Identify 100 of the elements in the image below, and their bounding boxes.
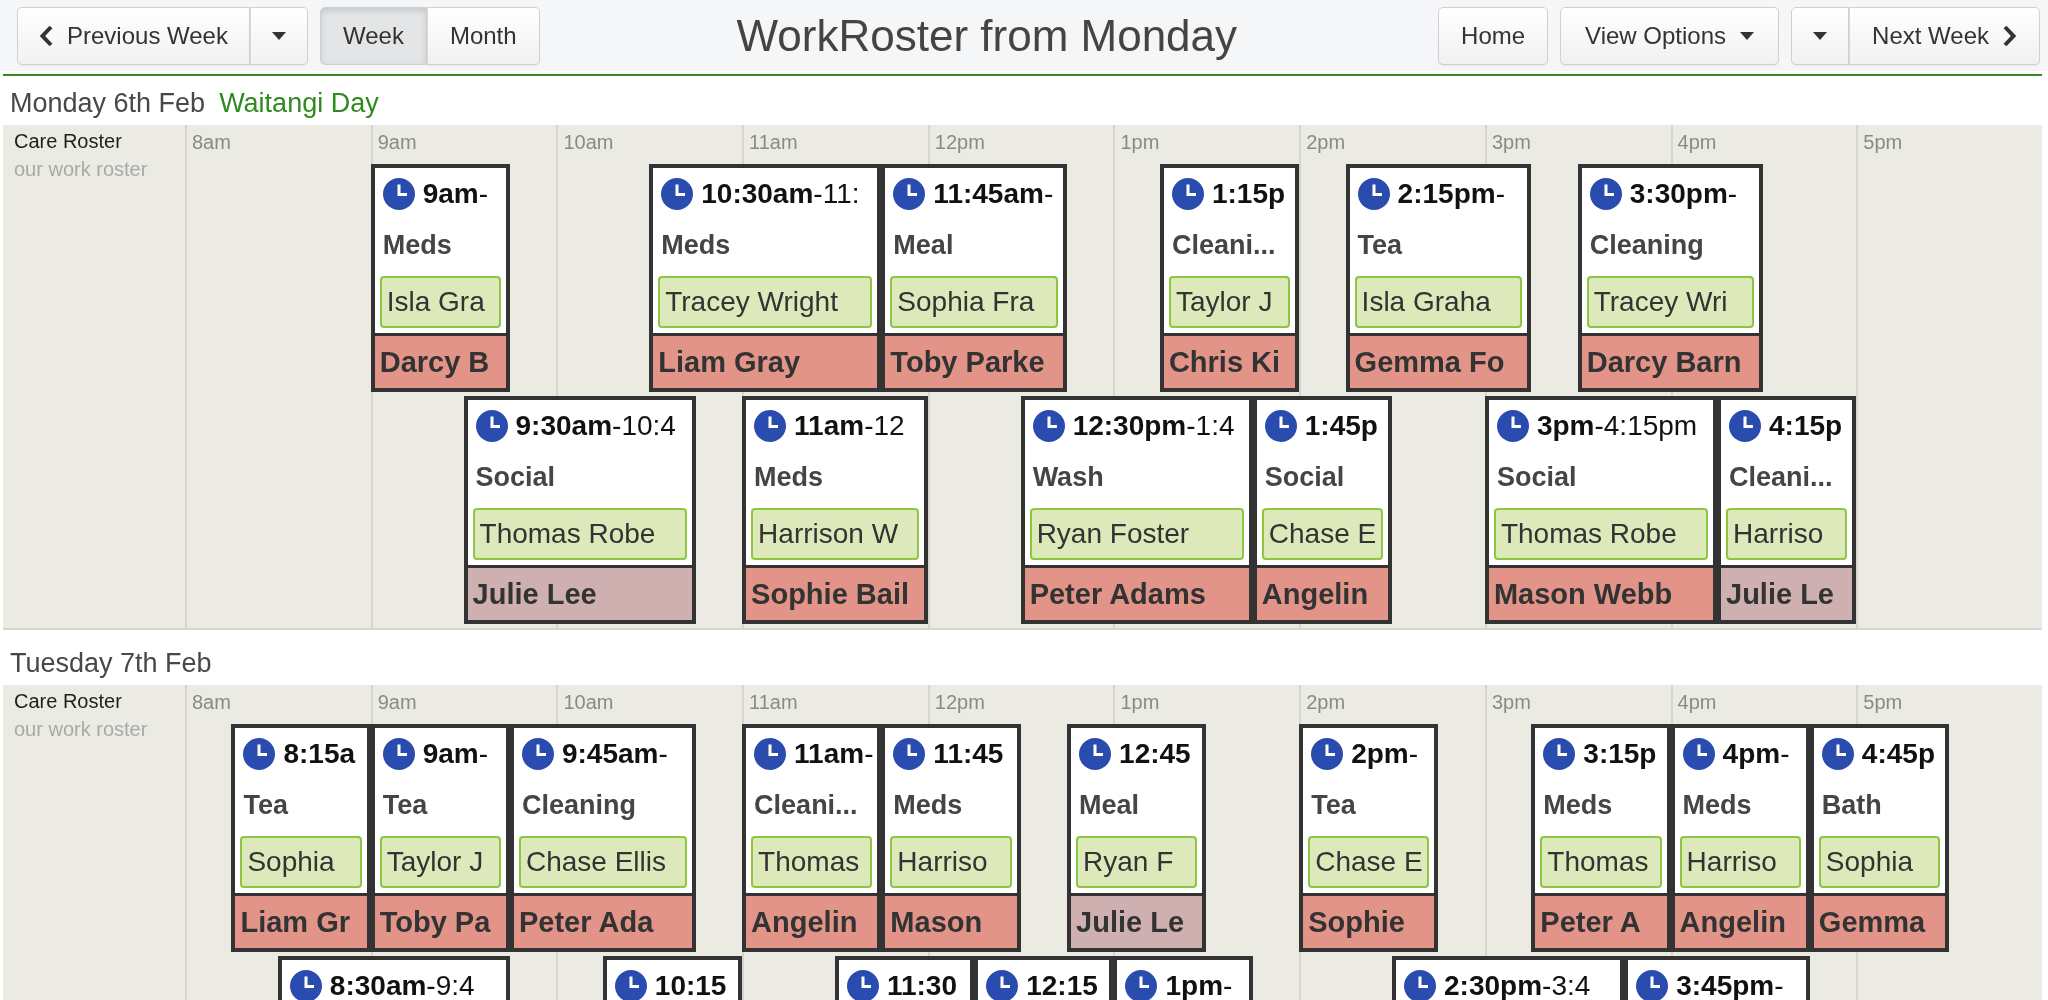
staff-tag: Tracey Wright — [658, 276, 873, 328]
hour-label: 2pm — [1306, 690, 1346, 715]
resident-bar: Sophie — [1303, 893, 1435, 948]
shift-time: 9am- — [422, 180, 489, 208]
shift-card[interactable]: 3:45pm- — [1624, 956, 1810, 1000]
resident-bar: Toby Parke — [885, 333, 1064, 388]
resident-bar: Gemma — [1813, 893, 1946, 948]
shift-card[interactable]: 1:15p Cleani... Taylor J Chris Ki — [1159, 164, 1300, 392]
shift-card[interactable]: 12:45 Meal Ryan F Julie Le — [1067, 724, 1207, 952]
staff-tag: Harrison W — [751, 508, 919, 560]
task-label: Cleani... — [754, 789, 858, 821]
hour-label: 11am — [749, 690, 798, 715]
view-tab[interactable]: Month — [426, 6, 540, 65]
shift-card[interactable]: 2:15pm- Tea Isla Graha Gemma Fo — [1345, 164, 1532, 392]
clock-icon — [1404, 970, 1437, 1000]
shift-card[interactable]: 8:30am-9:4 — [277, 956, 510, 1000]
shift-time: 3pm-4:15pm — [1536, 412, 1698, 440]
shift-card[interactable]: 11am- Cleani... Thomas Angelin — [742, 724, 882, 952]
clock-icon — [1636, 970, 1669, 1000]
shift-card[interactable]: 10:15 — [602, 956, 743, 1000]
hour-label: 4pm — [1677, 690, 1717, 715]
next-week-button[interactable]: Next Week — [1849, 6, 2040, 65]
shift-card[interactable]: 3pm-4:15pm Social Thomas Robe Mason Webb — [1484, 396, 1717, 624]
resident-bar: Angelin — [1256, 565, 1389, 620]
view-options-button[interactable]: View Options — [1560, 6, 1780, 65]
shift-time: 9am- — [422, 740, 489, 768]
shift-time: 8:30am-9:4 — [329, 972, 475, 1000]
clock-icon — [1125, 970, 1158, 1000]
roster-description: our work roster — [14, 717, 148, 742]
task-label: Cleani... — [1729, 461, 1833, 493]
previous-week-button[interactable]: Previous Week — [17, 6, 250, 65]
shift-card[interactable]: 9:30am-10:4 Social Thomas Robe Julie Lee — [463, 396, 696, 624]
hour-label: 8am — [192, 690, 231, 715]
shift-time: 4:45p — [1861, 740, 1935, 768]
shift-card[interactable]: 9am- Meds Isla Gra Darcy B — [370, 164, 510, 392]
roster-name: Care Roster — [14, 689, 122, 714]
shift-card[interactable]: 12:30pm-1:4 Wash Ryan Foster Peter Adams — [1020, 396, 1253, 624]
shift-time: 11am-12 — [794, 412, 905, 440]
shift-card[interactable]: 4:15p Cleani... Harriso Julie Le — [1717, 396, 1857, 624]
task-label: Bath — [1821, 789, 1882, 821]
shift-card[interactable]: 11:45 Meds Harriso Mason — [881, 724, 1021, 952]
shift-time: 3:45pm- — [1676, 972, 1784, 1000]
resident-bar: Darcy Barn — [1581, 333, 1760, 388]
task-label: Cleaning — [1589, 229, 1704, 261]
shift-card[interactable]: 3:30pm- Cleaning Tracey Wri Darcy Barn — [1577, 164, 1764, 392]
dropdown-button[interactable] — [1791, 6, 1850, 65]
hour-label: 5pm — [1863, 130, 1903, 155]
hour-label: 3pm — [1491, 690, 1531, 715]
task-label: Social — [475, 461, 556, 493]
shift-card[interactable]: 10:30am-11: Meds Tracey Wright Liam Gray — [649, 164, 882, 392]
task-label: Meal — [1079, 789, 1140, 821]
caret-icon — [271, 31, 286, 40]
view-tab[interactable]: Week — [319, 6, 427, 65]
hour-label: 10am — [563, 690, 614, 715]
staff-tag: Tracey Wri — [1586, 276, 1755, 328]
clock-icon — [893, 738, 926, 770]
shift-card[interactable]: 1:45p Social Chase E Angelin — [1252, 396, 1393, 624]
resident-bar: Toby Pa — [374, 893, 506, 948]
staff-tag: Sophia — [240, 836, 362, 888]
shift-card[interactable]: 11am-12 Meds Harrison W Sophie Bail — [742, 396, 928, 624]
shift-time: 2pm- — [1351, 740, 1419, 768]
shift-card[interactable]: 3:15p Meds Thomas Peter A — [1531, 724, 1671, 952]
shift-card[interactable]: 11:45am- Meal Sophia Fra Toby Parke — [881, 164, 1068, 392]
staff-tag: Thomas — [1540, 836, 1662, 888]
staff-tag: Harriso — [1726, 508, 1848, 560]
clock-icon — [289, 970, 322, 1000]
home-button[interactable]: Home — [1438, 6, 1549, 65]
staff-tag: Isla Graha — [1354, 276, 1523, 328]
clock-icon — [1821, 738, 1854, 770]
hour-label: 12pm — [934, 690, 985, 715]
staff-tag: Chase E — [1261, 508, 1384, 560]
hour-label: 12pm — [934, 130, 985, 155]
shift-card[interactable]: 2:30pm-3:4 — [1392, 956, 1625, 1000]
shift-card[interactable]: 1pm- — [1113, 956, 1253, 1000]
task-label: Meds — [1543, 789, 1613, 821]
staff-tag: Ryan F — [1076, 836, 1198, 888]
shift-card[interactable]: 9:45am- Cleaning Chase Ellis Peter Ada — [509, 724, 696, 952]
shift-card[interactable]: 4pm- Meds Harriso Angelin — [1670, 724, 1810, 952]
resident-bar: Liam Gr — [235, 893, 367, 948]
task-label: Cleaning — [521, 789, 636, 821]
hour-label: 4pm — [1677, 130, 1717, 155]
clock-icon — [1079, 738, 1112, 770]
hour-label: 3pm — [1491, 130, 1531, 155]
clock-icon — [1264, 410, 1297, 442]
shift-card[interactable]: 11:30 — [834, 956, 975, 1000]
hour-label: 5pm — [1863, 690, 1903, 715]
clock-icon — [1357, 178, 1390, 210]
task-label: Social — [1496, 461, 1577, 493]
shift-card[interactable]: 4:45p Bath Sophia Gemma — [1809, 724, 1950, 952]
shift-card[interactable]: 8:15a Tea Sophia Liam Gr — [231, 724, 371, 952]
dropdown-button[interactable] — [249, 6, 308, 65]
shift-card[interactable]: 9am- Tea Taylor J Toby Pa — [370, 724, 510, 952]
shift-card[interactable]: 2pm- Tea Chase E Sophie — [1299, 724, 1439, 952]
hour-label: 8am — [192, 130, 231, 155]
shift-card[interactable]: 12:15 — [974, 956, 1114, 1000]
staff-tag: Sophia Fra — [890, 276, 1059, 328]
resident-bar: Angelin — [1674, 893, 1806, 948]
staff-tag: Thomas Robe — [472, 508, 687, 560]
shift-time: 3:15p — [1583, 740, 1657, 768]
page-title: WorkRoster from Monday — [736, 10, 1238, 60]
